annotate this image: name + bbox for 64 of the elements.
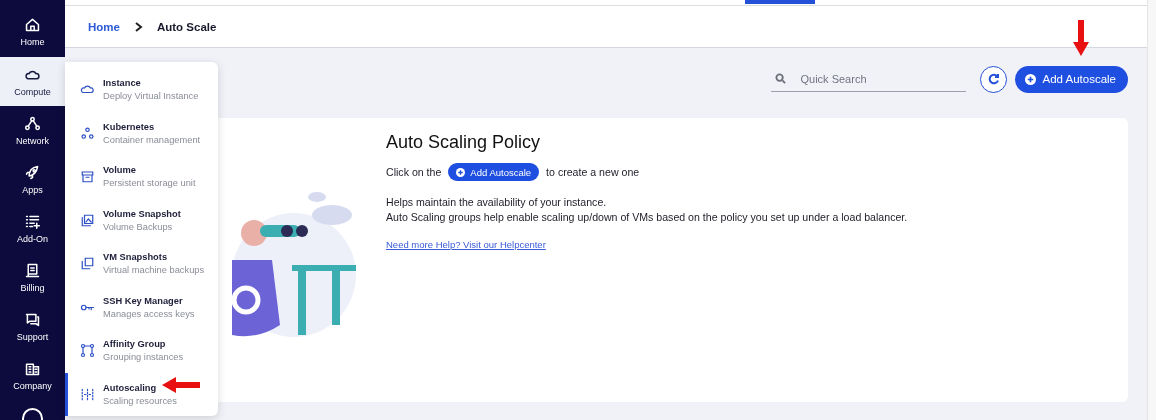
sidebar-item[interactable]: Apps [0, 155, 65, 204]
menu-item[interactable]: Volume Snapshot Volume Backups [65, 198, 218, 242]
add-autoscale-button[interactable]: Add Autoscale [448, 163, 540, 181]
breadcrumb-current: Auto Scale [156, 20, 217, 33]
description-text: Helps maintain the availability of your instance. [386, 195, 608, 210]
menu-item-title: Autoscaling [103, 382, 158, 393]
refresh-icon [987, 73, 1000, 85]
menu-item[interactable]: VM Snapshots Virtual machine backups [65, 242, 218, 286]
sidebar-item[interactable]: Add-On [0, 204, 65, 253]
rocket-icon [24, 164, 41, 181]
menu-item-subtitle: Manages access keys [103, 308, 195, 319]
sidebar-item[interactable]: Company [0, 351, 65, 400]
sidebar-item[interactable]: Support [0, 302, 65, 351]
menu-item-title: SSH Key Manager [103, 295, 184, 306]
copy-icon [80, 256, 95, 272]
sidebar-item[interactable]: Billing [0, 253, 65, 302]
search-icon [775, 73, 787, 84]
chat-icon [24, 311, 41, 328]
building-icon [24, 360, 41, 377]
receipt-icon [24, 262, 41, 279]
search-field[interactable]: Quick Search [798, 71, 963, 86]
chevron-right-icon [133, 21, 143, 32]
sidebar-item[interactable]: Network [0, 106, 65, 155]
description-text: Auto Scaling groups help enable scaling up/down of VMs based on the policy you set up under a load balancer. [386, 210, 908, 225]
menu-item-title: Kubernetes [103, 121, 156, 132]
refresh-button[interactable] [980, 65, 1008, 93]
menu-item-title: Affinity Group [103, 339, 167, 350]
image-stack-icon [80, 212, 95, 228]
circles-icon [80, 125, 95, 141]
helpcenter-link[interactable]: Need more Help? Visit our Helpcenter [386, 239, 546, 250]
plus-circle-icon [456, 167, 466, 177]
plus-circle-icon [1025, 73, 1037, 85]
hint-text: Click on the [386, 166, 442, 178]
menu-item[interactable]: Volume Persistent storage unit [65, 155, 218, 199]
breadcrumb-link[interactable]: Home [88, 20, 120, 33]
menu-item[interactable]: Kubernetes Container management [65, 111, 218, 155]
sidebar-item[interactable]: Compute [0, 57, 65, 106]
menu-item-subtitle: Container management [103, 134, 201, 145]
menu-item[interactable]: Instance Deploy Virtual Instance [65, 68, 218, 112]
menu-item[interactable]: SSH Key Manager Manages access keys [65, 285, 218, 329]
menu-item-subtitle: Volume Backups [103, 221, 174, 232]
archive-icon [80, 169, 95, 185]
add-autoscale-button[interactable]: Add Autoscale [1015, 65, 1128, 93]
menu-item-title: VM Snapshots [103, 252, 169, 263]
menu-item-subtitle: Virtual machine backups [103, 265, 205, 276]
menu-item-subtitle: Persistent storage unit [103, 178, 196, 189]
nodes-icon [80, 343, 95, 359]
tab-indicator [745, 0, 815, 4]
hint-text: to create a new one [546, 166, 640, 178]
annotation-arrow-icon [1073, 20, 1089, 56]
menu-item-subtitle: Grouping instances [103, 352, 184, 363]
menu-item-title: Volume Snapshot [103, 208, 181, 219]
network-icon [24, 115, 41, 132]
sidebar-item[interactable]: Home [0, 0, 65, 57]
annotation-arrow-icon [162, 377, 200, 393]
menu-item-title: Instance [103, 78, 142, 89]
menu-item-title: Volume [103, 165, 137, 176]
list-add-icon [24, 213, 41, 230]
menu-item[interactable]: Affinity Group Grouping instances [65, 329, 218, 373]
policy-title: Auto Scaling Policy [386, 132, 542, 153]
menu-item-subtitle: Scaling resources [103, 395, 177, 406]
home-icon [24, 16, 41, 33]
scale-lines-icon [80, 386, 95, 402]
menu-item-subtitle: Deploy Virtual Instance [103, 91, 199, 102]
